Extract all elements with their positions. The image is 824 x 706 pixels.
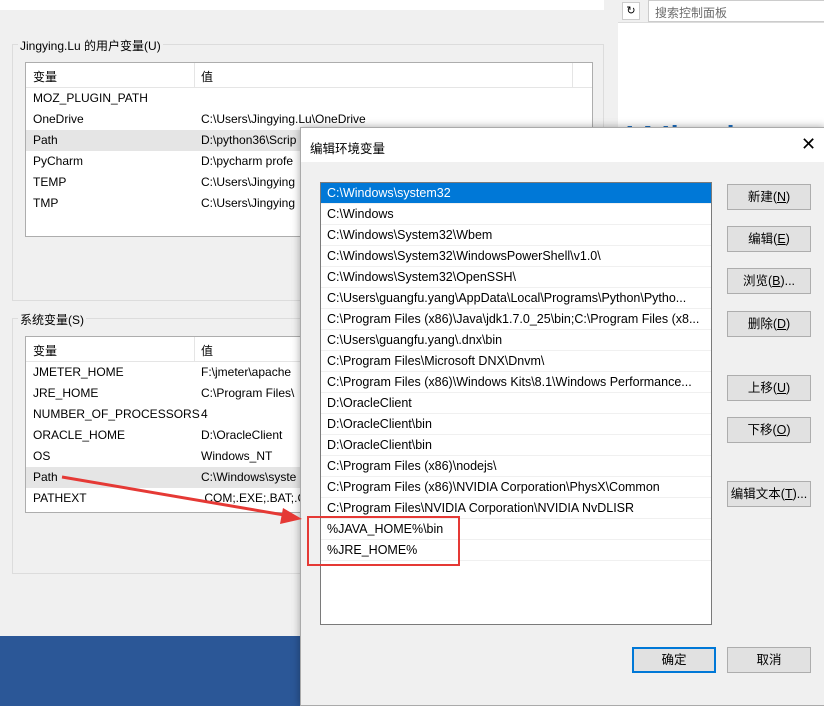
annotation-arrow: [61, 475, 302, 524]
